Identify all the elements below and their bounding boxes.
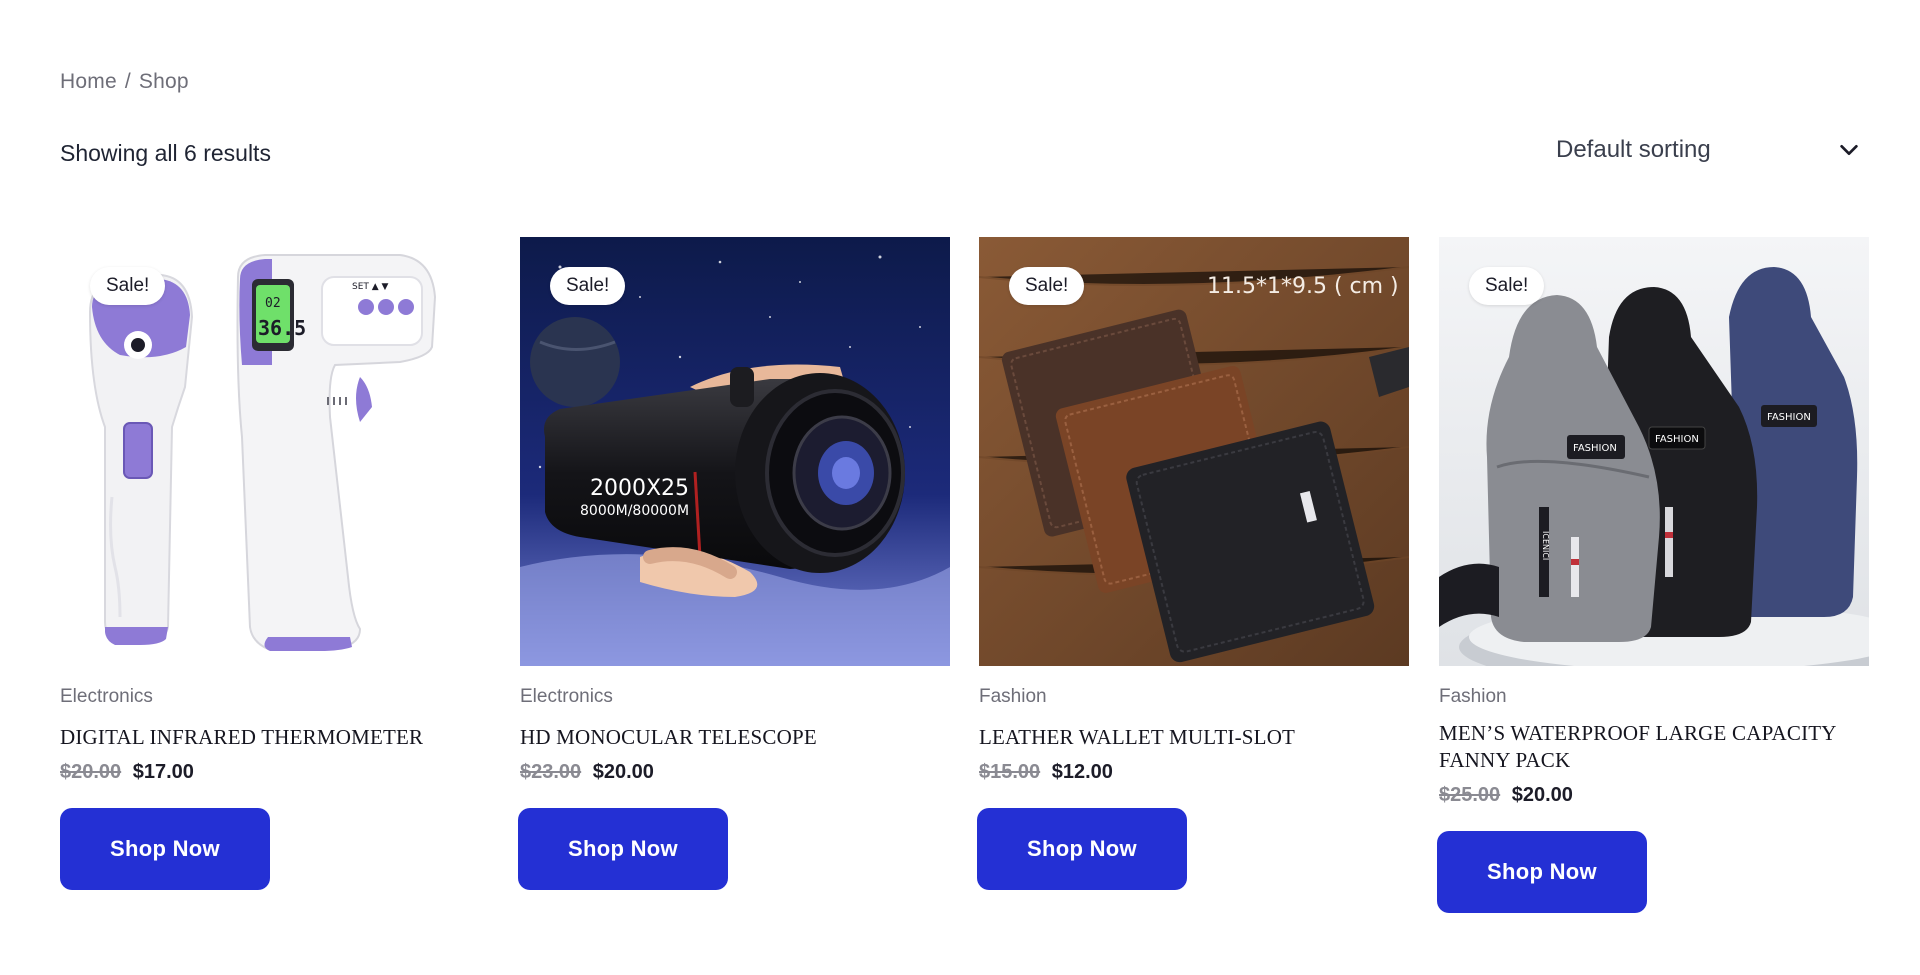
price-new: $20.00: [592, 761, 654, 783]
sorting-select[interactable]: Default sorting: [1540, 126, 1870, 174]
patch-text: FASHION: [1655, 434, 1699, 445]
breadcrumb-separator: /: [124, 70, 131, 93]
shop-now-button[interactable]: Shop Now: [518, 808, 728, 890]
product-image-thermometer[interactable]: 02 36.5 SET ▲ ▼ Sale!: [60, 237, 490, 666]
svg-text:36.5: 36.5: [258, 316, 306, 340]
price-old: $15.00: [979, 761, 1041, 783]
product-image-telescope[interactable]: 2000X25 8000M/80000M Sale!: [520, 237, 950, 666]
product-card: 2000X25 8000M/80000M Sale! Electronics H…: [518, 237, 950, 890]
sorting-selected-label: Default sorting: [1556, 136, 1711, 163]
price-old: $25.00: [1439, 784, 1501, 806]
product-title[interactable]: LEATHER WALLET MULTI-SLOT: [979, 724, 1409, 751]
price-new: $17.00: [132, 761, 194, 783]
strap-text: ICENICI: [1541, 531, 1550, 560]
shop-now-button[interactable]: Shop Now: [60, 808, 270, 890]
product-price: $20.00 $17.00: [60, 761, 490, 784]
shop-page: Home / Shop Showing all 6 results Default …: [0, 0, 1920, 975]
shop-now-button[interactable]: Shop Now: [977, 808, 1187, 890]
price-old: $23.00: [520, 761, 582, 783]
result-count: Showing all 6 results: [60, 140, 271, 166]
sale-badge: Sale!: [1469, 267, 1545, 305]
product-price: $15.00 $12.00: [979, 761, 1409, 784]
svg-text:2000X25: 2000X25: [590, 476, 689, 501]
patch-text: FASHION: [1573, 443, 1617, 454]
product-card: FASHION FASHION FASHION ICENICI Sale! Fa…: [1437, 237, 1869, 913]
product-category: Electronics: [520, 686, 613, 707]
product-category: Fashion: [1439, 686, 1507, 707]
price-new: $20.00: [1511, 784, 1573, 806]
product-category: Electronics: [60, 686, 153, 707]
sale-badge: Sale!: [550, 267, 626, 305]
price-old: $20.00: [60, 761, 122, 783]
svg-text:8000M/80000M: 8000M/80000M: [580, 503, 689, 519]
svg-text:SET ▲ ▼: SET ▲ ▼: [352, 282, 389, 292]
product-image-fanny-pack[interactable]: FASHION FASHION FASHION ICENICI Sale!: [1439, 237, 1869, 666]
product-card: 02 36.5 SET ▲ ▼ Sale! Electronics DIGITA…: [60, 237, 490, 890]
breadcrumb-current: Shop: [138, 70, 189, 93]
product-image-wallet[interactable]: 11.5*1*9.5 ( cm ) Sale!: [979, 237, 1409, 666]
sale-badge: Sale!: [90, 267, 166, 305]
shop-now-button[interactable]: Shop Now: [1437, 831, 1647, 913]
product-title[interactable]: HD MONOCULAR TELESCOPE: [520, 724, 950, 751]
wallet-dimensions: 11.5*1*9.5 ( cm ): [1207, 274, 1399, 299]
product-category: Fashion: [979, 686, 1047, 707]
breadcrumb: Home / Shop: [60, 70, 189, 94]
product-card: 11.5*1*9.5 ( cm ) Sale! Fashion LEATHER …: [977, 237, 1409, 890]
product-price: $25.00 $20.00: [1439, 784, 1869, 807]
svg-text:02: 02: [265, 296, 281, 311]
patch-text: FASHION: [1767, 412, 1811, 423]
breadcrumb-home-link[interactable]: Home: [60, 70, 117, 93]
chevron-down-icon: [1840, 144, 1858, 156]
product-title[interactable]: MEN’S WATERPROOF LARGE CAPACITY FANNY PA…: [1439, 720, 1869, 774]
price-new: $12.00: [1051, 761, 1113, 783]
product-price: $23.00 $20.00: [520, 761, 950, 784]
product-title[interactable]: DIGITAL INFRARED THERMOMETER: [60, 724, 490, 751]
sale-badge: Sale!: [1009, 267, 1085, 305]
